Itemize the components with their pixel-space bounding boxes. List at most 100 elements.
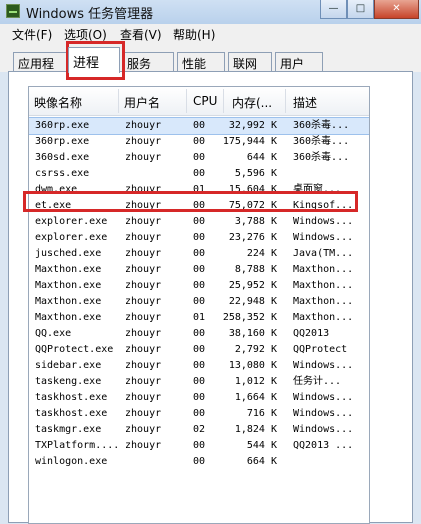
column-divider[interactable] xyxy=(285,89,286,113)
cell-name: explorer.exe xyxy=(35,232,108,243)
cell-cpu: 00 xyxy=(193,264,206,275)
cell-mem: 224 K xyxy=(246,248,277,259)
cell-mem: 1,824 K xyxy=(234,424,277,435)
process-row[interactable]: 360sd.exe zhouyr 00 644 K 360杀毒... xyxy=(29,150,369,166)
process-row[interactable]: sidebar.exe zhouyr 00 13,080 K Windows... xyxy=(29,358,369,374)
column-cpu[interactable]: CPU xyxy=(193,94,217,108)
maximize-button[interactable]: □ xyxy=(347,0,374,19)
process-row[interactable]: taskmgr.exe zhouyr 02 1,824 K Windows... xyxy=(29,422,369,438)
cell-desc: Windows... xyxy=(293,424,354,435)
cell-name: Maxthon.exe xyxy=(35,264,102,275)
cell-cpu: 00 xyxy=(193,168,206,179)
cell-user: zhouyr xyxy=(125,264,162,275)
column-image-name[interactable]: 映像名称 xyxy=(34,94,82,111)
column-divider[interactable] xyxy=(118,89,119,113)
tab-applications[interactable]: 应用程序 xyxy=(13,52,69,88)
cell-mem: 3,788 K xyxy=(234,216,277,227)
cell-name: csrss.exe xyxy=(35,168,90,179)
process-row[interactable]: taskeng.exe zhouyr 00 1,012 K 任务计... xyxy=(29,374,369,390)
process-row[interactable]: explorer.exe zhouyr 00 23,276 K Windows... xyxy=(29,230,369,246)
cell-desc: Windows... xyxy=(293,216,354,227)
process-row[interactable]: QQProtect.exe zhouyr 00 2,792 K QQProtect xyxy=(29,342,369,358)
process-list[interactable]: 映像名称 用户名 CPU 内存(... 描述 360rp.exe zhouyr 00… xyxy=(28,86,370,524)
cell-cpu: 00 xyxy=(193,456,206,467)
process-row[interactable]: 360rp.exe zhouyr 00 175,944 K 360杀毒... xyxy=(29,134,369,150)
process-row[interactable]: winlogon.exe 00 664 K xyxy=(29,454,369,470)
cell-cpu: 00 xyxy=(193,344,206,355)
cell-desc: Windows... xyxy=(293,360,354,371)
process-row[interactable]: taskhost.exe zhouyr 00 1,664 K Windows... xyxy=(29,390,369,406)
cell-mem: 25,952 K xyxy=(228,280,277,291)
cell-name: taskhost.exe xyxy=(35,408,108,419)
cell-user: zhouyr xyxy=(125,280,162,291)
cell-mem: 2,792 K xyxy=(234,344,277,355)
cell-cpu: 00 xyxy=(193,248,206,259)
process-row[interactable]: jusched.exe zhouyr 00 224 K Java(TM... xyxy=(29,246,369,262)
tab-users[interactable]: 用户 xyxy=(275,52,323,71)
cell-name: jusched.exe xyxy=(35,248,102,259)
cell-user: zhouyr xyxy=(125,296,162,307)
process-row[interactable]: Maxthon.exe zhouyr 00 25,952 K Maxthon... xyxy=(29,278,369,294)
cell-user: zhouyr xyxy=(125,344,162,355)
column-divider[interactable] xyxy=(223,89,224,113)
cell-user: zhouyr xyxy=(125,120,162,131)
cell-desc: 360杀毒... xyxy=(293,152,350,163)
cell-user: zhouyr xyxy=(125,312,162,323)
menu-help[interactable]: 帮助(H) xyxy=(173,26,215,43)
cell-desc: 360杀毒... xyxy=(293,136,350,147)
row-highlight-box xyxy=(23,191,358,212)
process-row[interactable]: taskhost.exe zhouyr 00 716 K Windows... xyxy=(29,406,369,422)
close-button[interactable]: ✕ xyxy=(374,0,419,19)
process-row[interactable]: TXPlatform.... zhouyr 00 544 K QQ2013 ... xyxy=(29,438,369,454)
process-row[interactable]: QQ.exe zhouyr 00 38,160 K QQ2013 xyxy=(29,326,369,342)
cell-user: zhouyr xyxy=(125,232,162,243)
process-row[interactable]: csrss.exe 00 5,596 K xyxy=(29,166,369,182)
cell-mem: 644 K xyxy=(246,152,277,163)
cell-name: taskhost.exe xyxy=(35,392,108,403)
cell-user: zhouyr xyxy=(125,360,162,371)
process-row[interactable]: 360rp.exe zhouyr 00 32,992 K 360杀毒... xyxy=(29,117,369,135)
tab-processes[interactable]: 进程 xyxy=(68,47,120,73)
cell-desc: Windows... xyxy=(293,408,354,419)
cell-desc: Maxthon... xyxy=(293,264,354,275)
cell-mem: 175,944 K xyxy=(222,136,277,147)
process-row[interactable]: Maxthon.exe zhouyr 01 258,352 K Maxthon... xyxy=(29,310,369,326)
cell-user: zhouyr xyxy=(125,136,162,147)
process-row[interactable]: explorer.exe zhouyr 00 3,788 K Windows... xyxy=(29,214,369,230)
cell-cpu: 00 xyxy=(193,296,206,307)
cell-desc: Java(TM... xyxy=(293,248,354,259)
column-user-name[interactable]: 用户名 xyxy=(124,94,160,111)
process-row[interactable]: Maxthon.exe zhouyr 00 8,788 K Maxthon... xyxy=(29,262,369,278)
cell-mem: 716 K xyxy=(246,408,277,419)
window-title: Windows 任务管理器 xyxy=(26,7,154,22)
cell-name: Maxthon.exe xyxy=(35,280,102,291)
menu-view[interactable]: 查看(V) xyxy=(120,26,162,43)
list-header: 映像名称 用户名 CPU 内存(... 描述 xyxy=(29,87,369,116)
cell-mem: 22,948 K xyxy=(228,296,277,307)
cell-name: Maxthon.exe xyxy=(35,312,102,323)
cell-name: QQ.exe xyxy=(35,328,72,339)
menu-file[interactable]: 文件(F) xyxy=(12,26,52,43)
column-memory[interactable]: 内存(... xyxy=(232,94,272,111)
cell-name: Maxthon.exe xyxy=(35,296,102,307)
column-divider[interactable] xyxy=(186,89,187,113)
cell-user: zhouyr xyxy=(125,376,162,387)
cell-cpu: 00 xyxy=(193,232,206,243)
process-row[interactable]: Maxthon.exe zhouyr 00 22,948 K Maxthon... xyxy=(29,294,369,310)
cell-desc: 任务计... xyxy=(293,376,342,387)
tab-networking[interactable]: 联网 xyxy=(228,52,272,71)
column-description[interactable]: 描述 xyxy=(293,94,317,111)
cell-mem: 38,160 K xyxy=(228,328,277,339)
tab-services[interactable]: 服务 xyxy=(122,52,174,71)
tab-performance[interactable]: 性能 xyxy=(177,52,225,71)
cell-name: QQProtect.exe xyxy=(35,344,114,355)
cell-mem: 23,276 K xyxy=(228,232,277,243)
cell-mem: 1,012 K xyxy=(234,376,277,387)
cell-user: zhouyr xyxy=(125,408,162,419)
cell-cpu: 00 xyxy=(193,136,206,147)
cell-cpu: 00 xyxy=(193,152,206,163)
cell-cpu: 02 xyxy=(193,424,206,435)
cell-user: zhouyr xyxy=(125,392,162,403)
minimize-button[interactable]: — xyxy=(320,0,347,19)
cell-name: taskeng.exe xyxy=(35,376,102,387)
